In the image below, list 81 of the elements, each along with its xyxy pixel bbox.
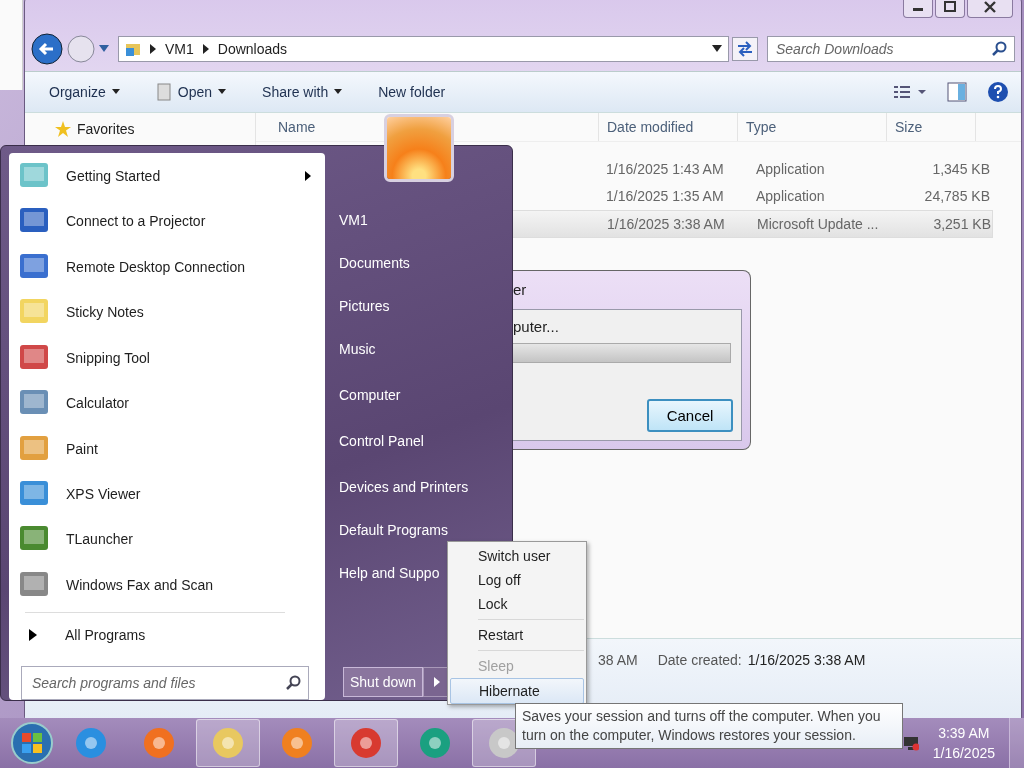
network-icon[interactable] xyxy=(902,735,919,751)
start-menu-link[interactable]: Documents xyxy=(339,252,410,274)
table-cell-text: Microsoft Update ... xyxy=(757,216,880,232)
caret-icon xyxy=(111,89,120,95)
start-orb-icon[interactable] xyxy=(10,721,54,765)
start-menu-link[interactable]: Pictures xyxy=(339,295,390,317)
toolbar-button[interactable]: New folder xyxy=(370,80,454,104)
search-field[interactable]: Search Downloads xyxy=(767,36,1015,62)
program-item[interactable]: Paint xyxy=(9,425,325,472)
back-button[interactable] xyxy=(31,33,63,65)
maximize-button[interactable] xyxy=(935,0,965,18)
taskbar-button[interactable] xyxy=(334,719,398,767)
search-icon xyxy=(992,41,1008,57)
table-cell-text: 1/16/2025 1:35 AM xyxy=(606,188,725,204)
column-header[interactable]: Date modified xyxy=(599,113,738,141)
start-menu-link[interactable]: Devices and Printers xyxy=(339,476,469,498)
arrow-icon xyxy=(29,628,37,641)
column-header[interactable]: Size xyxy=(887,113,976,141)
start-menu-link[interactable]: Default Programs xyxy=(339,519,448,541)
toolbar-button[interactable]: Share with xyxy=(254,80,351,104)
column-header[interactable]: Type xyxy=(738,113,887,141)
close-button[interactable] xyxy=(967,0,1013,18)
help-icon[interactable] xyxy=(987,81,1009,103)
refresh-button[interactable] xyxy=(732,37,758,61)
table-cell-text: Application xyxy=(756,188,826,204)
user-picture xyxy=(384,114,454,182)
toolbar-button[interactable]: Organize xyxy=(41,80,128,104)
start-menu-link[interactable]: Music xyxy=(339,338,376,360)
start-menu-link[interactable]: Control Panel xyxy=(339,430,424,452)
address-bar[interactable]: VM1 Downloads xyxy=(118,36,729,62)
close-icon xyxy=(983,1,997,13)
start-menu-link[interactable]: VM1 xyxy=(339,209,368,231)
search-icon xyxy=(286,675,302,692)
preview-pane-icon[interactable] xyxy=(947,82,967,102)
table-cell-text: 3,251 KB xyxy=(932,216,991,232)
program-item[interactable]: Remote Desktop Connection xyxy=(9,243,325,290)
taskbar-button[interactable] xyxy=(196,719,260,767)
caret-icon xyxy=(334,89,343,95)
tooltip: Saves your session and turns off the computer. When you turn on the computer, Windows restores your session. xyxy=(515,703,903,749)
breadcrumb-item[interactable]: VM1 xyxy=(165,41,194,57)
caret-icon xyxy=(218,89,227,95)
view-options-icon[interactable] xyxy=(893,84,927,100)
program-item[interactable]: Calculator xyxy=(9,380,325,426)
table-cell-text: 1/16/2025 3:38 AM xyxy=(607,216,726,232)
start-menu-link[interactable]: Computer xyxy=(339,384,401,406)
search-field[interactable]: Search programs and files xyxy=(21,666,309,700)
program-item[interactable]: Snipping Tool xyxy=(9,334,325,381)
program-item[interactable]: Sticky Notes xyxy=(9,289,325,335)
minimize-button[interactable] xyxy=(903,0,933,18)
shut-down-button[interactable]: Shut down xyxy=(343,667,424,697)
start-menu-link[interactable]: Help and Suppo xyxy=(339,562,440,584)
clock[interactable]: 3:39 AM 1/16/2025 xyxy=(924,723,1003,763)
table-cell-text: 24,785 KB xyxy=(923,188,990,204)
details-value: 1/16/2025 3:38 AM xyxy=(747,651,866,669)
details-text: 38 AM xyxy=(598,651,638,669)
caret-icon[interactable] xyxy=(712,45,722,53)
chevron-icon xyxy=(149,44,157,54)
maximize-icon xyxy=(943,1,957,13)
dialog-message: puter... xyxy=(512,318,560,335)
cancel-button[interactable]: Cancel xyxy=(647,399,733,432)
table-cell-text: Application xyxy=(756,161,826,177)
favorites-item[interactable]: Favorites xyxy=(55,121,135,137)
all-programs-item[interactable]: All Programs xyxy=(9,612,325,647)
details-label: Date created: xyxy=(657,651,742,669)
program-item[interactable]: XPS Viewer xyxy=(9,471,325,517)
table-cell-text: 1,345 KB xyxy=(931,161,990,177)
menu-item[interactable]: Log off xyxy=(450,568,584,592)
dialog-title: er xyxy=(512,280,528,300)
menu-item[interactable]: Restart xyxy=(450,623,584,647)
menu-item[interactable]: Hibernate xyxy=(450,678,584,704)
breadcrumb-item[interactable]: Downloads xyxy=(217,41,288,57)
menu-item[interactable]: Switch user xyxy=(450,544,584,568)
program-item[interactable]: Getting Started xyxy=(9,153,325,199)
menu-item[interactable]: Lock xyxy=(450,592,584,616)
program-item[interactable]: TLauncher xyxy=(9,516,325,563)
program-item[interactable]: Windows Fax and Scan xyxy=(9,562,325,608)
arrow-icon xyxy=(434,677,441,687)
chevron-icon xyxy=(201,44,210,54)
toolbar-button[interactable]: Open xyxy=(147,79,235,105)
table-cell-text: 1/16/2025 1:43 AM xyxy=(606,161,725,177)
star-icon xyxy=(55,121,71,137)
